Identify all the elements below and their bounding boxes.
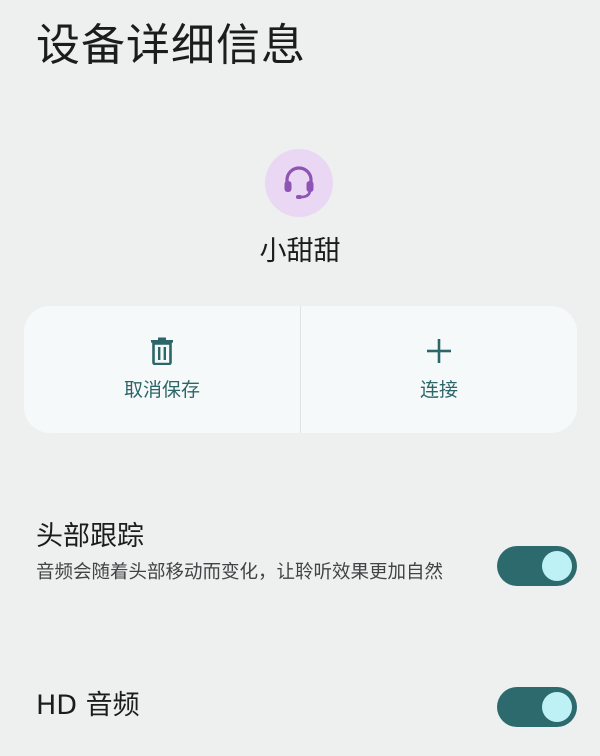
head-tracking-description: 音频会随着头部移动而变化，让聆听效果更加自然 xyxy=(36,562,444,583)
connect-label: 连接 xyxy=(419,379,458,401)
device-avatar xyxy=(265,149,333,217)
headset-icon xyxy=(279,161,319,205)
head-tracking-toggle[interactable] xyxy=(497,546,577,586)
device-name: 小甜甜 xyxy=(259,236,341,267)
hd-audio-setting[interactable]: HD 音频 xyxy=(0,680,600,740)
hd-audio-title: HD 音频 xyxy=(36,690,140,721)
trash-icon xyxy=(149,337,175,369)
head-tracking-setting[interactable]: 头部跟踪 音频会随着头部移动而变化，让聆听效果更加自然 xyxy=(0,515,600,625)
toggle-knob xyxy=(542,551,572,581)
toggle-knob xyxy=(542,692,572,722)
head-tracking-title: 头部跟踪 xyxy=(36,521,144,552)
forget-device-label: 取消保存 xyxy=(123,379,200,401)
forget-device-button[interactable]: 取消保存 xyxy=(24,306,300,433)
plus-icon xyxy=(426,338,452,368)
connect-button[interactable]: 连接 xyxy=(301,306,577,433)
device-actions-card: 取消保存 连接 xyxy=(24,306,577,433)
hd-audio-toggle[interactable] xyxy=(497,687,577,727)
page-title: 设备详细信息 xyxy=(36,20,306,71)
